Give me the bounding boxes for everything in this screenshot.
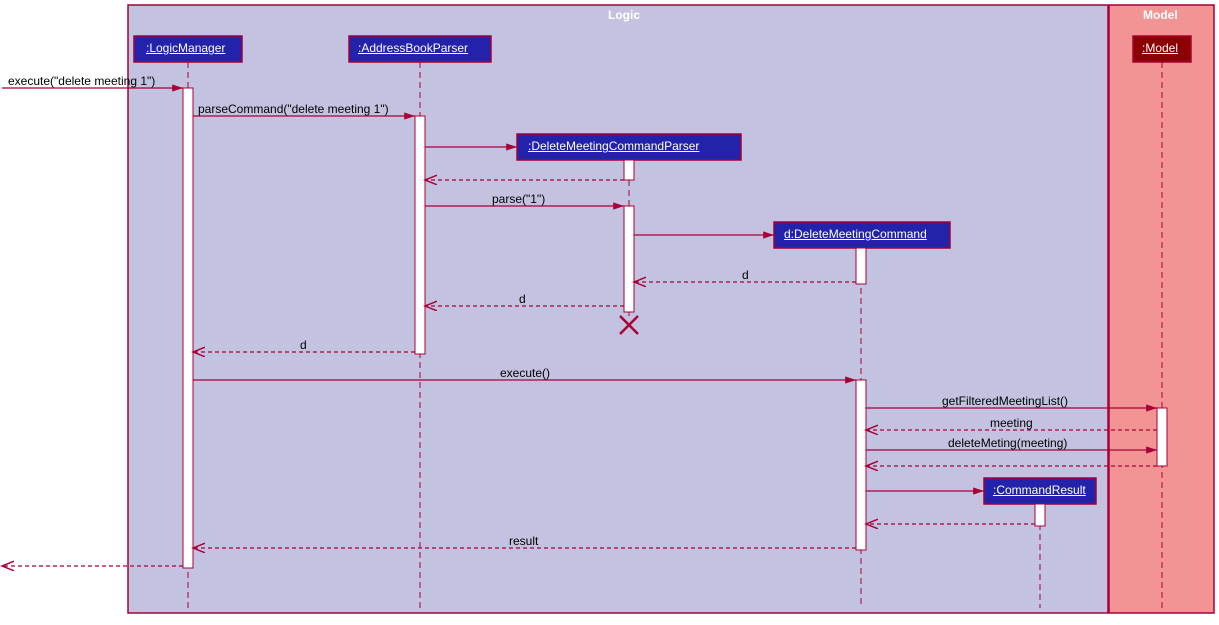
label-deletecommand: d:DeleteMeetingCommand <box>784 227 927 241</box>
label-addressbookparser: :AddressBookParser <box>358 41 468 55</box>
logic-frame <box>128 5 1108 613</box>
label-deleteparser: :DeleteMeetingCommandParser <box>528 139 699 153</box>
msglabel-ret-d3: d <box>300 338 307 352</box>
activation-deletecommand-2 <box>856 380 866 550</box>
activation-commandresult <box>1035 504 1045 526</box>
msglabel-parse: parse("1") <box>492 192 545 206</box>
label-model: :Model <box>1142 41 1178 55</box>
frame-title-logic: Logic <box>608 8 640 22</box>
msglabel-deletemeeting: deleteMeting(meeting) <box>948 436 1067 450</box>
msglabel-ret-d1: d <box>742 268 749 282</box>
activation-deleteparser-1 <box>624 160 634 180</box>
msglabel-ret-d2: d <box>519 292 526 306</box>
label-commandresult: :CommandResult <box>993 483 1086 497</box>
label-logicmanager: :LogicManager <box>146 41 225 55</box>
msglabel-parsecommand: parseCommand("delete meeting 1") <box>198 102 389 116</box>
frame-title-model: Model <box>1143 8 1178 22</box>
activation-deletecommand-1 <box>856 248 866 284</box>
activation-addressbookparser <box>415 116 425 354</box>
msglabel-execute-in: execute("delete meeting 1") <box>8 74 155 88</box>
sequence-diagram <box>0 0 1219 622</box>
msglabel-ret-meeting: meeting <box>990 416 1033 430</box>
msglabel-ret-result: result <box>509 534 538 548</box>
msglabel-execute-d: execute() <box>500 366 550 380</box>
activation-logicmanager <box>183 88 193 568</box>
activation-deleteparser-2 <box>624 206 634 312</box>
msglabel-getfiltered: getFilteredMeetingList() <box>942 394 1068 408</box>
activation-model <box>1157 408 1167 466</box>
